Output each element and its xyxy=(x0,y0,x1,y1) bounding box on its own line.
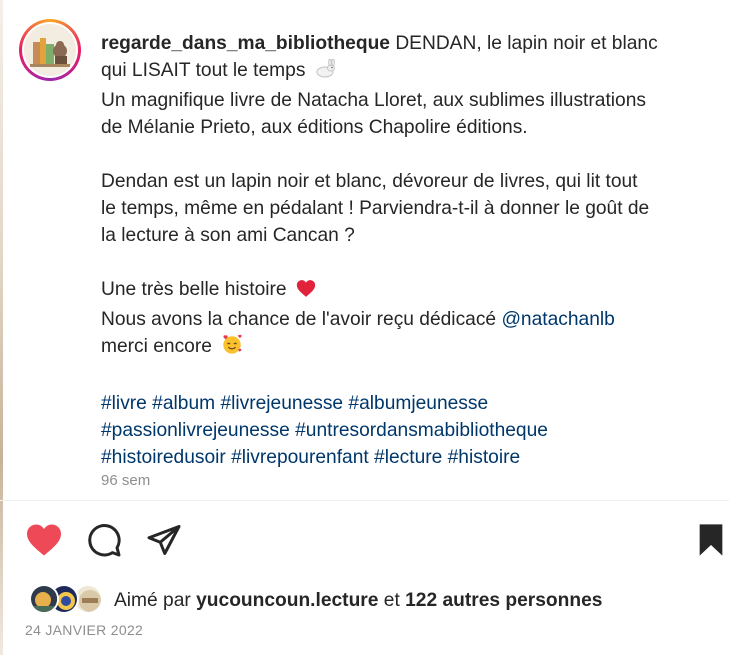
caption-line: le temps, même en pédalant ! Parviendra-… xyxy=(101,198,650,219)
avatar xyxy=(29,584,59,614)
post-caption: regarde_dans_ma_bibliotheque DENDAN, le … xyxy=(101,30,716,471)
liker-username[interactable]: yucouncoun.lecture xyxy=(196,590,378,611)
caption-line: Un magnifique livre de Natacha Lloret, a… xyxy=(101,90,646,111)
caption-line: regarde_dans_ma_bibliotheque DENDAN, le … xyxy=(101,30,716,57)
avatar-image xyxy=(24,24,76,76)
like-button[interactable] xyxy=(25,522,63,558)
caption-text: DENDAN, le lapin noir et blanc xyxy=(395,33,658,54)
heart-emoji xyxy=(296,279,316,306)
hashtag-line[interactable]: #livre #album #livrejeunesse #albumjeune… xyxy=(101,390,716,417)
post-username[interactable]: regarde_dans_ma_bibliotheque xyxy=(101,33,390,54)
caption-line: Une très belle histoire xyxy=(101,276,716,306)
caption-line: Nous avons la chance de l'avoir reçu déd… xyxy=(101,309,615,330)
share-icon xyxy=(147,525,181,555)
share-button[interactable] xyxy=(145,522,183,558)
comment-icon xyxy=(88,524,121,557)
hashtag-line[interactable]: #passionlivrejeunesse #untresordansmabib… xyxy=(101,417,716,444)
likes-others[interactable]: 122 autres personnes xyxy=(405,590,602,611)
profile-avatar[interactable] xyxy=(19,19,81,81)
liker-avatars[interactable] xyxy=(29,584,109,616)
caption-line: la lecture à son ami Cancan ? xyxy=(101,225,355,246)
caption-line: merci encore xyxy=(101,333,716,363)
comment-button[interactable] xyxy=(85,522,123,558)
bookmark-icon xyxy=(699,524,723,556)
caption-line: de Mélanie Prieto, aux éditions Chapolir… xyxy=(101,117,528,138)
mention-link[interactable]: @natachanlb xyxy=(501,309,614,330)
save-button[interactable] xyxy=(692,522,729,558)
rabbit-emoji xyxy=(315,58,337,87)
hashtag-line[interactable]: #histoiredusoir #livrepourenfant #lectur… xyxy=(101,444,716,471)
post-date: 24 JANVIER 2022 xyxy=(25,622,144,638)
likes-summary[interactable]: Aimé par yucouncoun.lecture et 122 autre… xyxy=(114,590,602,612)
divider xyxy=(0,500,729,501)
page-edge xyxy=(0,0,3,655)
caption-line: Dendan est un lapin noir et blanc, dévor… xyxy=(101,171,638,192)
caption-line: qui LISAIT tout le temps xyxy=(101,57,716,87)
heart-icon xyxy=(27,524,61,556)
post-timestamp[interactable]: 96 sem xyxy=(101,472,150,489)
smiling-face-with-hearts-emoji xyxy=(221,333,243,363)
